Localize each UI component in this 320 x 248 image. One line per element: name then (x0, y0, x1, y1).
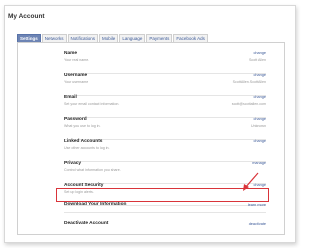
annotation-arrow-icon (243, 172, 259, 191)
